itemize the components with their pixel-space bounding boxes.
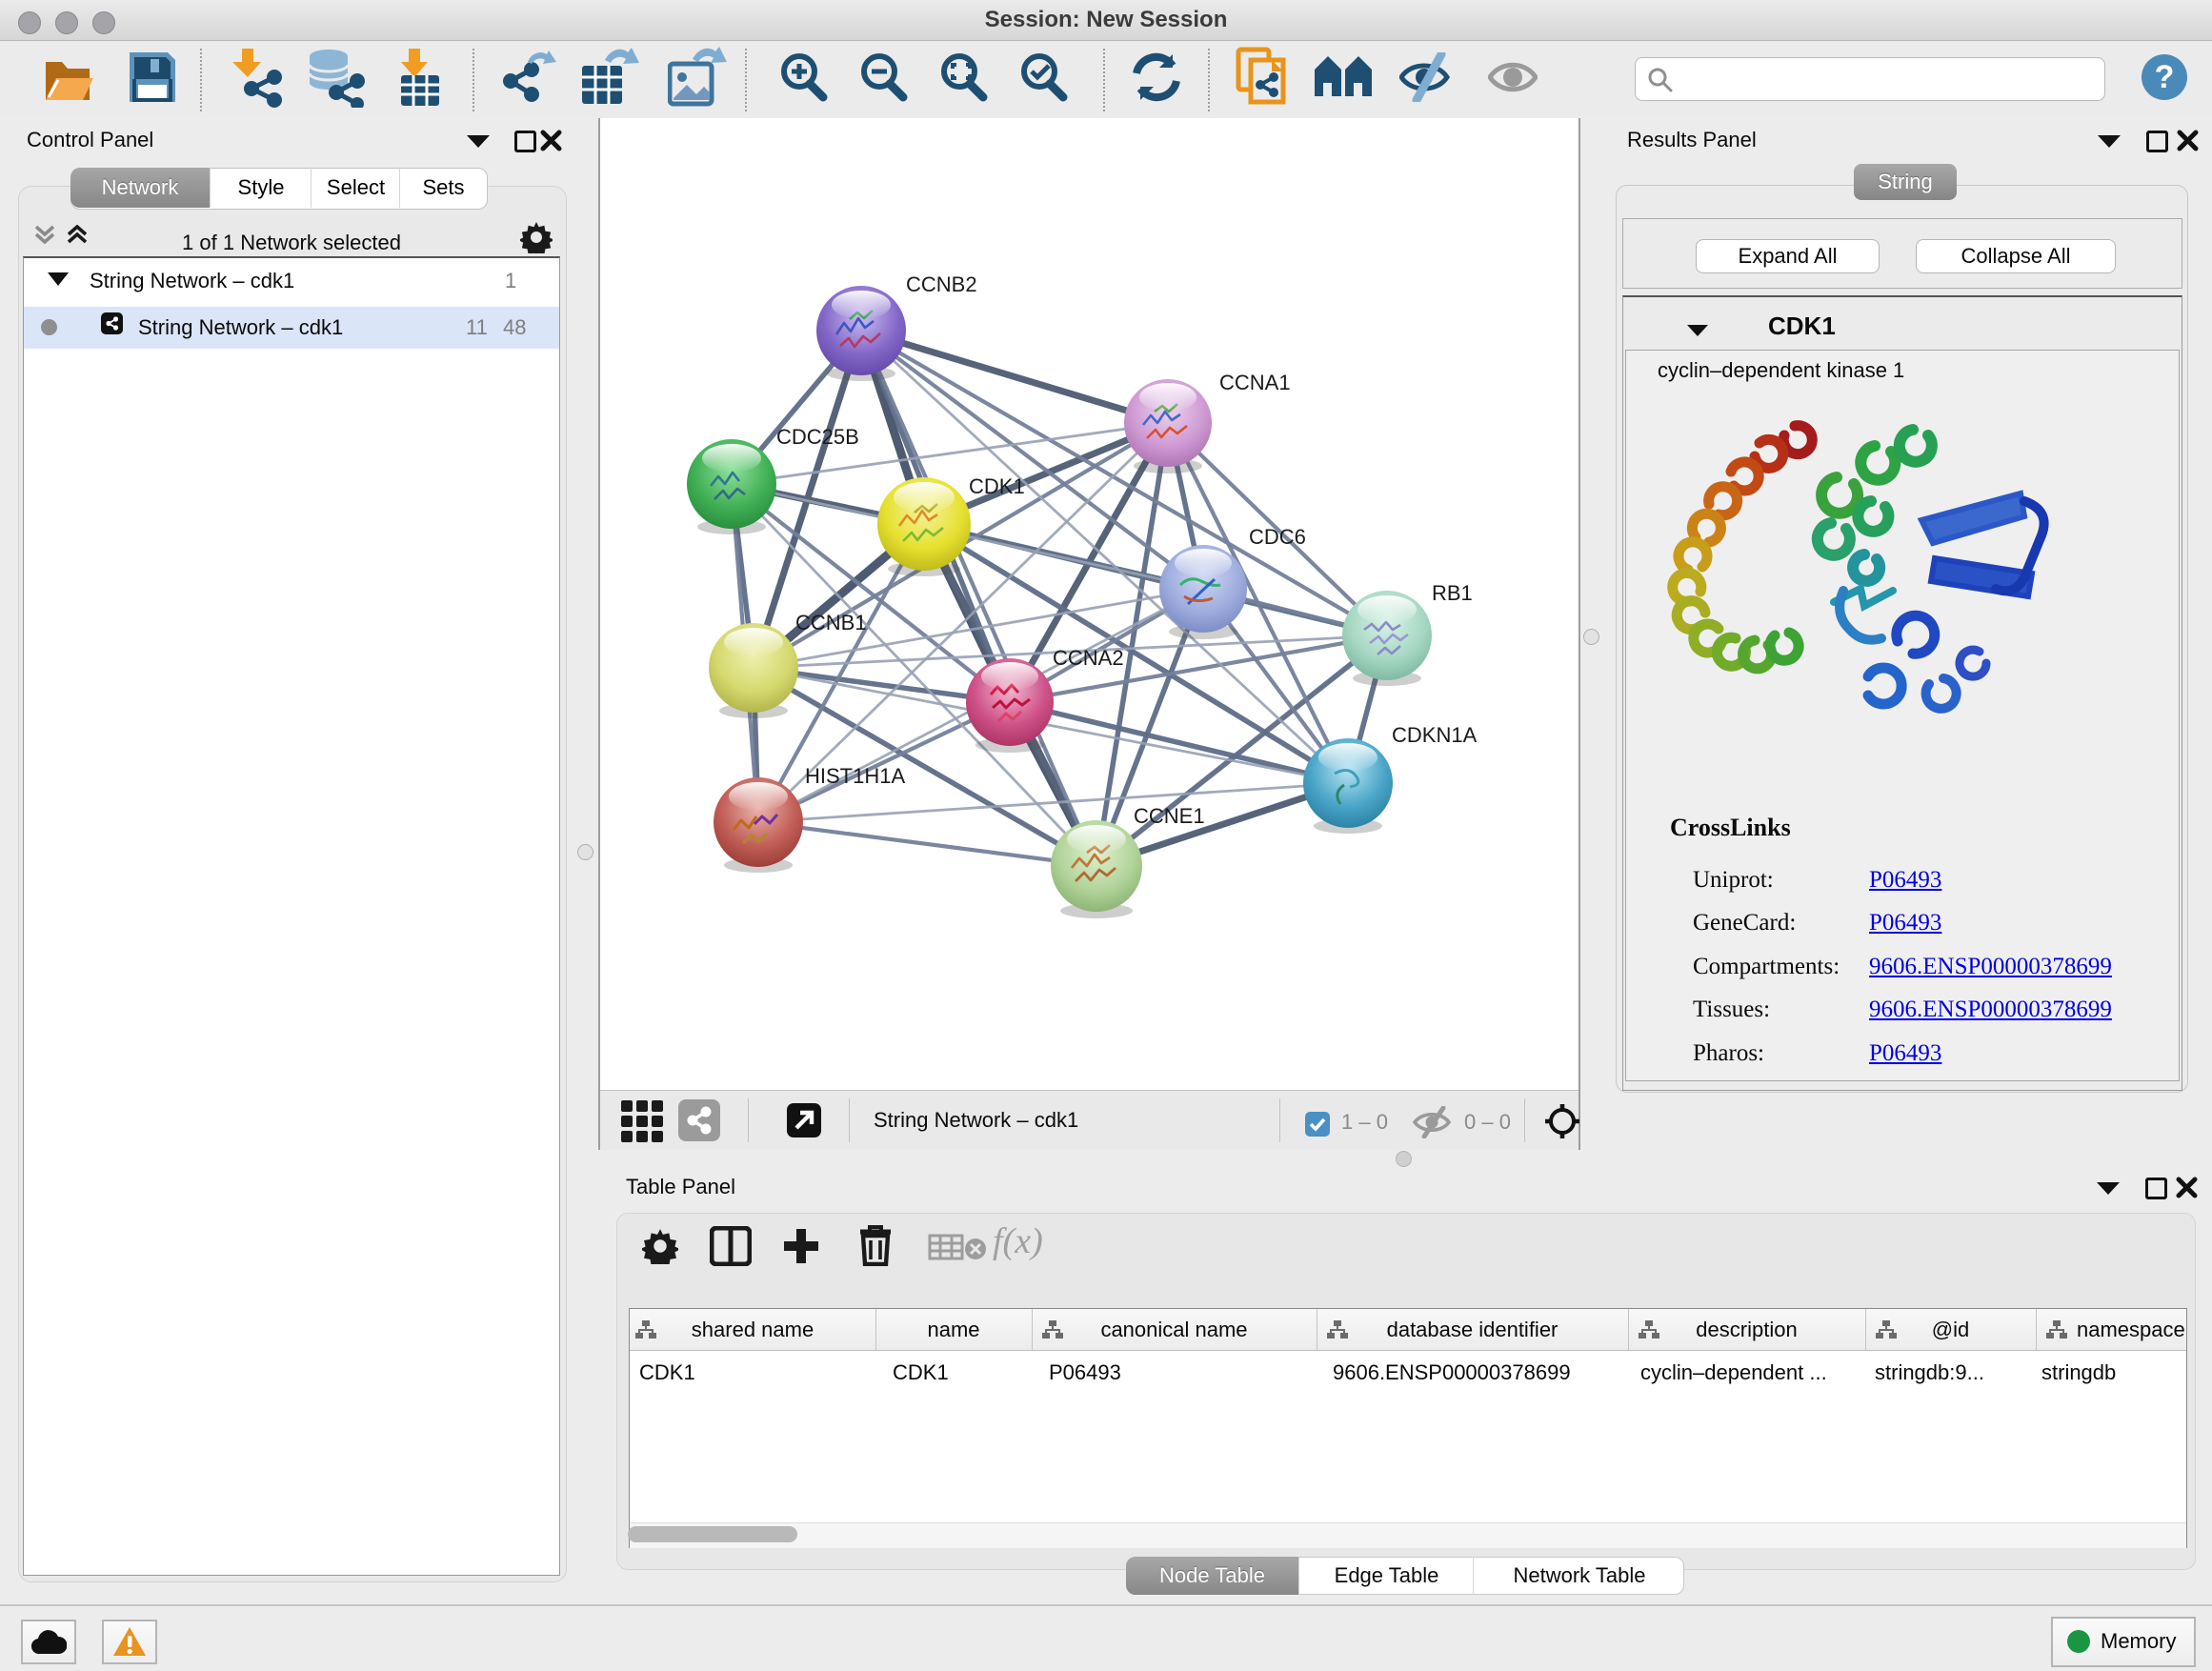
svg-text:CCNB1: CCNB1 [795, 611, 867, 634]
svg-text:CDK1: CDK1 [969, 474, 1025, 498]
svg-text:CCNA2: CCNA2 [1053, 646, 1124, 670]
svg-text:CCNE1: CCNE1 [1134, 804, 1205, 828]
svg-text:CCNA1: CCNA1 [1219, 371, 1291, 394]
svg-text:HIST1H1A: HIST1H1A [805, 764, 905, 788]
svg-text:RB1: RB1 [1432, 581, 1473, 605]
svg-text:CDC6: CDC6 [1249, 525, 1306, 549]
svg-text:CCNB2: CCNB2 [906, 272, 977, 296]
svg-text:CDKN1A: CDKN1A [1392, 723, 1478, 747]
svg-text:CDC25B: CDC25B [776, 425, 859, 449]
